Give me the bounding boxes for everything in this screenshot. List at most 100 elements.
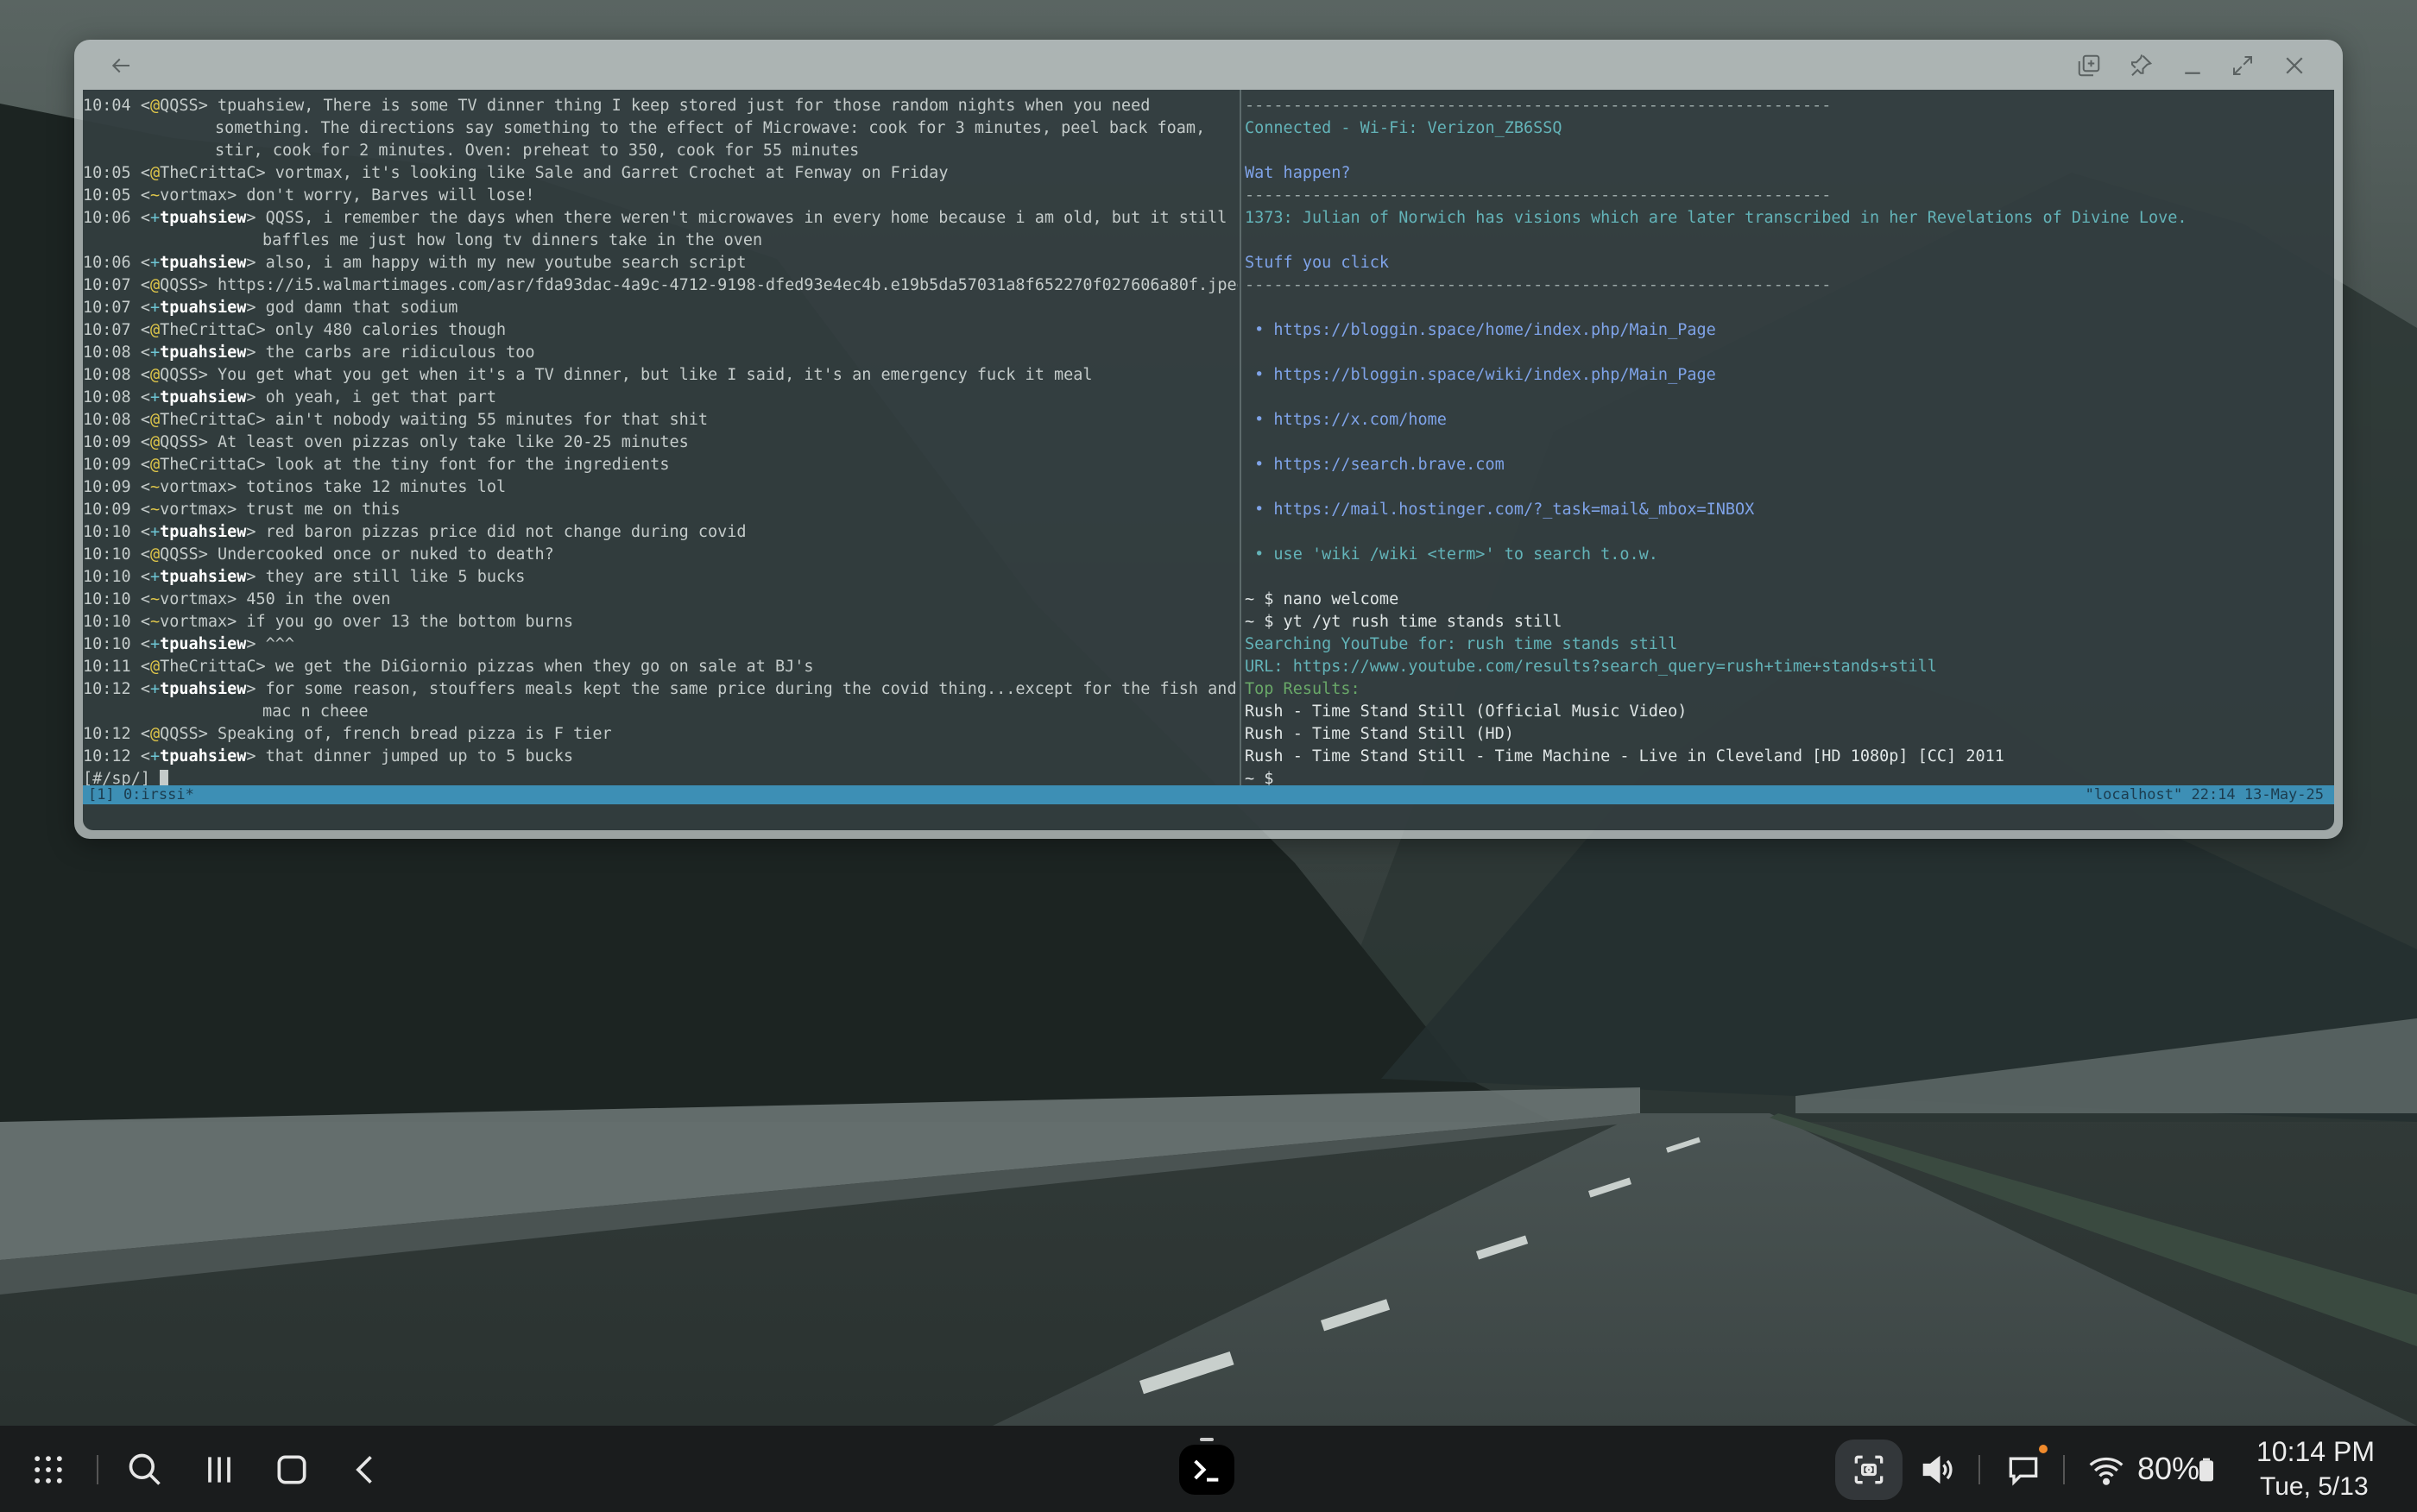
search-icon[interactable] [123, 1447, 167, 1492]
clock-time[interactable]: 10:14 PM [2256, 1434, 2375, 1469]
nav-back-icon[interactable] [344, 1447, 388, 1492]
shell-pane[interactable]: ----------------------------------------… [1245, 90, 2334, 788]
chat-nick[interactable]: +tpuahsiew [150, 343, 246, 362]
screen-capture-icon[interactable] [1846, 1447, 1891, 1492]
split-view-icon[interactable] [2072, 48, 2106, 83]
chat-line: 10:09 <~vortmax> totinos take 12 minutes… [83, 478, 507, 496]
chat-timestamp: 10:12 [83, 680, 131, 698]
chat-nick[interactable]: +tpuahsiew [150, 388, 246, 406]
chat-timestamp: 10:11 [83, 658, 131, 676]
chat-nick[interactable]: +tpuahsiew [150, 747, 246, 765]
chat-message: oh yeah, i get that part [265, 388, 496, 406]
chat-message: You get what you get when it's a TV dinn… [217, 366, 1093, 384]
chat-nick[interactable]: +tpuahsiew [150, 635, 246, 653]
chat-message: baffles me just how long tv dinners take… [262, 231, 763, 249]
chat-nick[interactable]: @QQSS [150, 276, 199, 294]
chat-nick[interactable]: +tpuahsiew [150, 299, 246, 317]
pin-icon[interactable] [2124, 48, 2158, 83]
chat-line: 10:12 <@QQSS> Speaking of, french bread … [83, 725, 612, 743]
chat-timestamp: 10:08 [83, 388, 131, 406]
minimize-icon[interactable] [2175, 48, 2210, 83]
chat-timestamp: 10:08 [83, 411, 131, 429]
volume-icon[interactable] [1915, 1447, 1959, 1492]
chat-line: 10:10 <~vortmax> if you go over 13 the b… [83, 613, 574, 631]
chat-message: look at the tiny font for the ingredient… [275, 456, 670, 474]
chat-timestamp: 10:10 [83, 568, 131, 586]
chat-timestamp: 10:10 [83, 613, 131, 631]
window-titlebar[interactable] [74, 40, 2343, 90]
close-icon[interactable] [2277, 48, 2312, 83]
shell-line: ~ $ nano welcome [1245, 590, 1399, 608]
chat-nick[interactable]: @QQSS [150, 433, 199, 451]
recent-apps-icon[interactable] [197, 1447, 242, 1492]
irssi-chat-pane[interactable]: 10:04 <@QQSS> tpuahsiew, There is some T… [83, 90, 1238, 789]
chat-nick[interactable]: @TheCrittaC [150, 321, 256, 339]
chat-nick[interactable]: ~vortmax [150, 590, 227, 608]
chat-timestamp: 10:10 [83, 523, 131, 541]
chat-nick[interactable]: @QQSS [150, 545, 199, 564]
link-line[interactable]: URL: https://www.youtube.com/results?sea… [1245, 656, 2334, 678]
home-icon[interactable] [269, 1447, 314, 1492]
chat-message: if you go over 13 the bottom burns [246, 613, 574, 631]
chat-line: 10:08 <@QQSS> You get what you get when … [83, 366, 1093, 384]
chat-message: Speaking of, french bread pizza is F tie… [217, 725, 612, 743]
chat-message: At least oven pizzas only take like 20-2… [217, 433, 689, 451]
chat-line: 10:08 <+tpuahsiew> the carbs are ridicul… [83, 343, 535, 362]
terminal-area[interactable]: 10:04 <@QQSS> tpuahsiew, There is some T… [83, 90, 2334, 830]
link-line[interactable]: • https://bloggin.space/home/index.php/M… [1245, 319, 2334, 342]
chat-nick[interactable]: +tpuahsiew [150, 523, 246, 541]
battery-percent: 80% [2137, 1451, 2200, 1486]
chat-line: 10:06 <+tpuahsiew> QQSS, i remember the … [83, 209, 1227, 227]
link-line[interactable]: • https://x.com/home [1245, 409, 2334, 432]
chat-nick[interactable]: +tpuahsiew [150, 680, 246, 698]
chat-timestamp: 10:05 [83, 186, 131, 205]
chat-nick[interactable]: +tpuahsiew [150, 568, 246, 586]
chat-line: 10:05 <~vortmax> don't worry, Barves wil… [83, 186, 535, 205]
taskbar: 80% 10:14 PM Tue, 5/13 [0, 1426, 2417, 1512]
terminal-app-icon[interactable] [1179, 1438, 1234, 1495]
chat-nick[interactable]: ~vortmax [150, 501, 227, 519]
chat-nick[interactable]: ~vortmax [150, 186, 227, 205]
chat-message: ain't nobody waiting 55 minutes for that… [275, 411, 709, 429]
chat-line: 10:10 <@QQSS> Undercooked once or nuked … [83, 545, 554, 564]
link-line[interactable]: • https://search.brave.com [1245, 454, 2334, 476]
chat-line: 10:08 <@TheCrittaC> ain't nobody waiting… [83, 411, 709, 429]
terminal-window[interactable]: 10:04 <@QQSS> tpuahsiew, There is some T… [74, 40, 2343, 839]
chat-nick[interactable]: @TheCrittaC [150, 658, 256, 676]
wifi-icon[interactable] [2084, 1447, 2129, 1492]
shell-line: • use 'wiki /wiki <term>' to search t.o.… [1245, 545, 1658, 564]
shell-line: ~ $ yt /yt rush time stands still [1245, 613, 1562, 631]
chat-nick[interactable]: @QQSS [150, 97, 199, 115]
chat-message: mac n cheee [262, 702, 369, 721]
clock-date[interactable]: Tue, 5/13 [2260, 1471, 2369, 1503]
chat-timestamp: 10:06 [83, 254, 131, 272]
chat-line: baffles me just how long tv dinners take… [83, 230, 1238, 252]
chat-line: 10:09 <@TheCrittaC> look at the tiny fon… [83, 456, 670, 474]
maximize-icon[interactable] [2225, 48, 2260, 83]
notifications-icon[interactable] [2001, 1447, 2046, 1492]
chat-nick[interactable]: ~vortmax [150, 613, 227, 631]
apps-grid-icon[interactable] [26, 1447, 71, 1492]
chat-nick[interactable]: @TheCrittaC [150, 164, 256, 182]
pane-divider[interactable] [1240, 90, 1241, 785]
chat-message: the carbs are ridiculous too [265, 343, 535, 362]
back-arrow-icon[interactable] [104, 48, 138, 83]
chat-nick[interactable]: @QQSS [150, 366, 199, 384]
taskbar-separator [2063, 1455, 2065, 1484]
chat-line: 10:10 <~vortmax> 450 in the oven [83, 590, 391, 608]
chat-timestamp: 10:08 [83, 366, 131, 384]
chat-nick[interactable]: +tpuahsiew [150, 209, 246, 227]
chat-nick[interactable]: +tpuahsiew [150, 254, 246, 272]
shell-line: Rush - Time Stand Still - Time Machine -… [1245, 747, 2004, 765]
chat-nick[interactable]: ~vortmax [150, 478, 227, 496]
chat-nick[interactable]: @QQSS [150, 725, 199, 743]
chat-nick[interactable]: @TheCrittaC [150, 456, 256, 474]
link-line[interactable]: • https://mail.hostinger.com/?_task=mail… [1245, 499, 2334, 521]
link-line[interactable]: • https://bloggin.space/wiki/index.php/M… [1245, 364, 2334, 387]
chat-nick[interactable]: @TheCrittaC [150, 411, 256, 429]
chat-message: trust me on this [246, 501, 401, 519]
shell-line: Searching YouTube for: rush time stands … [1245, 635, 1678, 653]
